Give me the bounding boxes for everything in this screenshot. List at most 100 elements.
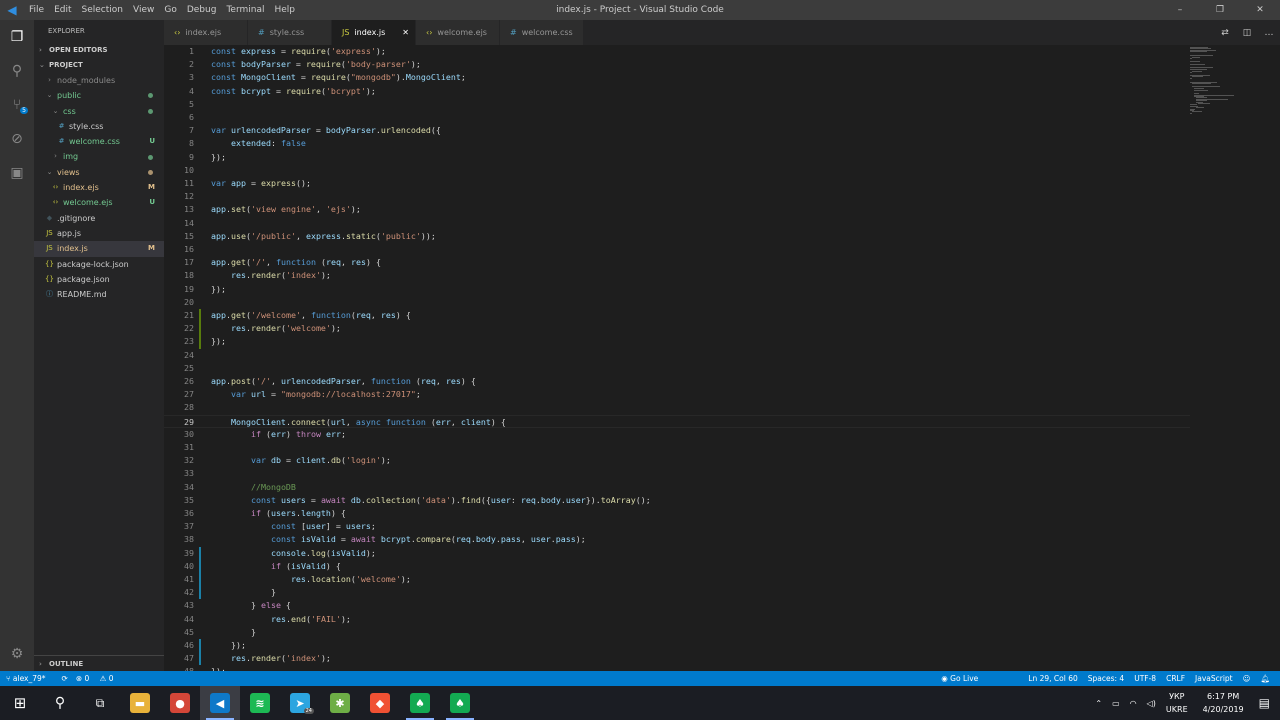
project-section[interactable]: ⌄ PROJECT (34, 58, 164, 73)
code-line[interactable]: 13 app.set('view engine', 'ejs'); (164, 203, 1190, 216)
clock[interactable]: 6:17 PM 4/20/2019 (1203, 690, 1244, 716)
code-line[interactable]: 32 var db = client.db('login'); (164, 454, 1190, 467)
code-line[interactable]: 10 (164, 164, 1190, 177)
code-line[interactable]: 44 res.end('FAIL'); (164, 613, 1190, 626)
code-line[interactable]: 7 var urlencodedParser = bodyParser.urlen… (164, 124, 1190, 137)
telegram-app[interactable]: ➤ 24 (280, 686, 320, 720)
tree-item[interactable]: JS index.js M (34, 241, 164, 257)
tab-index-js[interactable]: JS index.js ✕ (332, 20, 416, 45)
code-line[interactable]: 6 (164, 111, 1190, 124)
search-button[interactable]: ⚲ (40, 686, 80, 720)
tree-item[interactable]: ⌄ public (34, 88, 164, 103)
wifi-icon[interactable]: ◠ (1130, 699, 1137, 708)
code-line[interactable]: 22 res.render('welcome'); (164, 322, 1190, 335)
maximize-button[interactable]: ❐ (1200, 0, 1240, 20)
tree-item[interactable]: ‹› welcome.ejs U (34, 195, 164, 210)
code-line[interactable]: 30 if (err) throw err; (164, 428, 1190, 441)
code-line[interactable]: 24 (164, 349, 1190, 362)
menu-view[interactable]: View (128, 5, 159, 15)
sync-icon[interactable]: ⟳ (62, 674, 68, 683)
action-center-icon[interactable]: ▤ (1259, 696, 1270, 710)
code-line[interactable]: 43 } else { (164, 599, 1190, 612)
tree-item[interactable]: › img (34, 149, 164, 164)
code-line[interactable]: 28 (164, 401, 1190, 414)
code-line[interactable]: 17 app.get('/', function (req, res) { (164, 256, 1190, 269)
tree-item[interactable]: # style.css (34, 119, 164, 134)
tree-item[interactable]: ◆ .gitignore (34, 211, 164, 226)
code-line[interactable]: 18 res.render('index'); (164, 269, 1190, 282)
code-line[interactable]: 19}); (164, 283, 1190, 296)
code-line[interactable]: 47 res.render('index'); (164, 652, 1190, 665)
debug-icon[interactable]: ⊘ (0, 122, 34, 156)
search-icon[interactable]: ⚲ (0, 54, 34, 88)
task-view-button[interactable]: ⧉ (80, 686, 120, 720)
code-line[interactable]: 11 var app = express(); (164, 177, 1190, 190)
volume-icon[interactable]: ◁) (1147, 699, 1156, 708)
encoding[interactable]: UTF-8 (1134, 674, 1156, 683)
code-line[interactable]: 26 app.post('/', urlencodedParser, functi… (164, 375, 1190, 388)
code-line[interactable]: 20 (164, 296, 1190, 309)
menu-go[interactable]: Go (159, 5, 181, 15)
code-line[interactable]: 5 (164, 98, 1190, 111)
extensions-icon[interactable]: ▣ (0, 156, 34, 190)
code-line[interactable]: 46 }); (164, 639, 1190, 652)
split-editor-icon[interactable]: ◫ (1236, 28, 1258, 38)
end-of-line[interactable]: CRLF (1166, 674, 1185, 683)
code-line[interactable]: 1 const express = require('express'); (164, 45, 1190, 58)
code-line[interactable]: 41 res.location('welcome'); (164, 573, 1190, 586)
menu-selection[interactable]: Selection (77, 5, 128, 15)
code-line[interactable]: 33 (164, 467, 1190, 480)
open-changes-icon[interactable]: ⇄ (1214, 28, 1236, 38)
tree-item[interactable]: ‹› index.ejs M (34, 180, 164, 195)
git-app[interactable]: ◆ (360, 686, 400, 720)
mongodb-app[interactable]: ♠ (440, 686, 480, 720)
tab-welcome-css[interactable]: # welcome.css (500, 20, 584, 45)
close-tab-icon[interactable]: ✕ (402, 28, 409, 37)
chrome-app[interactable]: ● (160, 686, 200, 720)
robot-app[interactable]: ✱ (320, 686, 360, 720)
code-line[interactable]: 16 (164, 243, 1190, 256)
code-line[interactable]: 39 console.log(isValid); (164, 547, 1190, 560)
chevron-up-icon[interactable]: ⌃ (1095, 699, 1102, 708)
more-actions-icon[interactable]: … (1258, 28, 1280, 38)
branch-status[interactable]: ⑂ alex_79* (6, 674, 54, 683)
tree-item[interactable]: › node_modules (34, 73, 164, 88)
code-line[interactable]: 23}); (164, 335, 1190, 348)
tree-item[interactable]: {} package-lock.json (34, 257, 164, 272)
close-button[interactable]: ✕ (1240, 0, 1280, 20)
tab-welcome-ejs[interactable]: ‹› welcome.ejs (416, 20, 500, 45)
explorer-icon[interactable]: ❐ (0, 20, 34, 54)
menu-debug[interactable]: Debug (182, 5, 222, 15)
code-line[interactable]: 42 } (164, 586, 1190, 599)
open-editors-section[interactable]: › OPEN EDITORS (34, 43, 164, 58)
code-line[interactable]: 8 extended: false (164, 137, 1190, 150)
cursor-position[interactable]: Ln 29, Col 60 (1028, 674, 1077, 683)
file-explorer-app[interactable]: ▬ (120, 686, 160, 720)
go-live-button[interactable]: ◉ Go Live (941, 674, 988, 683)
code-line[interactable]: 36 if (users.length) { (164, 507, 1190, 520)
code-editor[interactable]: 1 const express = require('express'); 2 con… (164, 45, 1280, 671)
code-line[interactable]: 37 const [user] = users; (164, 520, 1190, 533)
mongodb-compass-app[interactable]: ♠ (400, 686, 440, 720)
source-control-icon[interactable]: ⑂ 5 (0, 88, 34, 122)
vertical-scrollbar[interactable] (1270, 45, 1280, 671)
code-line[interactable]: 34 //MongoDB (164, 481, 1190, 494)
tab-index-ejs[interactable]: ‹› index.ejs (164, 20, 248, 45)
code-line[interactable]: 40 if (isValid) { (164, 560, 1190, 573)
code-line[interactable]: 45 } (164, 626, 1190, 639)
problems-status[interactable]: ⊗ 0 ⚠ 0 (76, 674, 122, 683)
minimize-button[interactable]: – (1160, 0, 1200, 20)
code-line[interactable]: 29 MongoClient.connect(url, async functi… (164, 414, 1190, 428)
outline-section[interactable]: › OUTLINE (34, 655, 164, 671)
code-line[interactable]: 21 app.get('/welcome', function(req, res)… (164, 309, 1190, 322)
tree-item[interactable]: ⌄ views (34, 165, 164, 180)
settings-gear-icon[interactable]: ⚙ (0, 637, 34, 671)
code-line[interactable]: 38 const isValid = await bcrypt.compare(… (164, 533, 1190, 546)
code-line[interactable]: 27 var url = "mongodb://localhost:27017"… (164, 388, 1190, 401)
tab-style-css[interactable]: # style.css (248, 20, 332, 45)
notifications-icon[interactable]: 🔔︎ (1260, 674, 1270, 683)
code-line[interactable]: 4 const bcrypt = require('bcrypt'); (164, 85, 1190, 98)
start-button[interactable]: ⊞ (0, 686, 40, 720)
tree-item[interactable]: ⓘ README.md (34, 287, 164, 302)
code-line[interactable]: 14 (164, 217, 1190, 230)
